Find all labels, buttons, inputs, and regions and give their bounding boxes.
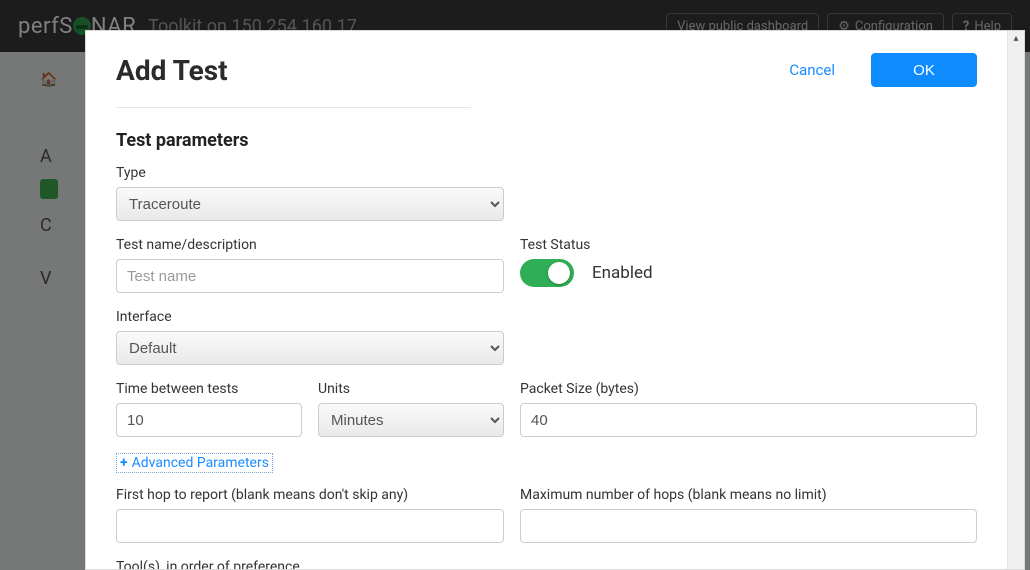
advanced-parameters-toggle[interactable]: Advanced Parameters	[116, 453, 273, 473]
test-status-toggle[interactable]	[520, 259, 574, 287]
scroll-up-icon[interactable]: ▴	[1008, 31, 1024, 47]
plus-icon	[120, 455, 128, 471]
first-hop-label: First hop to report (blank means don't s…	[116, 487, 504, 503]
test-status-text: Enabled	[592, 263, 653, 283]
add-test-modal: Add Test Cancel OK Test parameters Type …	[85, 30, 1025, 570]
units-select[interactable]: Minutes	[318, 403, 504, 437]
test-name-input[interactable]	[116, 259, 504, 293]
interface-label: Interface	[116, 309, 504, 325]
interval-input[interactable]	[116, 403, 302, 437]
test-status-label: Test Status	[520, 237, 977, 253]
type-label: Type	[116, 165, 504, 181]
cancel-button[interactable]: Cancel	[789, 61, 835, 79]
advanced-parameters-label: Advanced Parameters	[132, 455, 269, 471]
toggle-knob	[548, 262, 570, 284]
modal-title: Add Test	[116, 54, 228, 87]
max-hops-label: Maximum number of hops (blank means no l…	[520, 487, 977, 503]
max-hops-input[interactable]	[520, 509, 977, 543]
title-divider	[116, 107, 471, 108]
interval-label: Time between tests	[116, 381, 302, 397]
test-name-label: Test name/description	[116, 237, 504, 253]
packet-size-label: Packet Size (bytes)	[520, 381, 977, 397]
type-select[interactable]: Traceroute	[116, 187, 504, 221]
tools-label: Tool(s), in order of preference	[116, 559, 504, 569]
first-hop-input[interactable]	[116, 509, 504, 543]
interface-select[interactable]: Default	[116, 331, 504, 365]
ok-button[interactable]: OK	[871, 53, 977, 87]
packet-size-input[interactable]	[520, 403, 977, 437]
modal-scrollbar[interactable]: ▴	[1007, 31, 1024, 569]
modal-header: Add Test Cancel OK	[116, 53, 977, 87]
units-label: Units	[318, 381, 504, 397]
section-test-parameters: Test parameters	[116, 130, 977, 151]
